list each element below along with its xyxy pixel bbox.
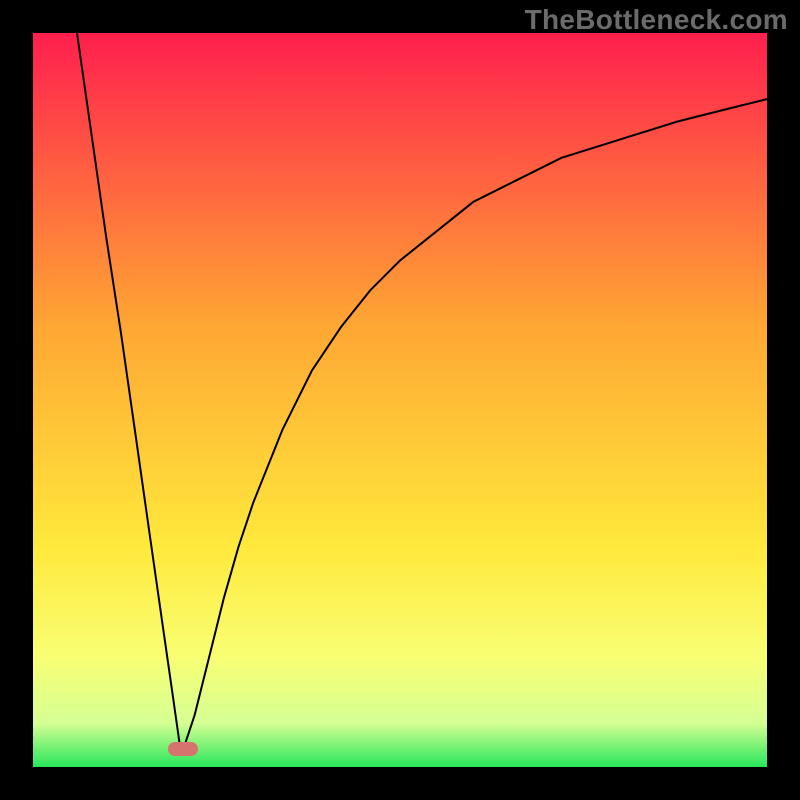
gradient-background [33, 33, 767, 767]
plot-svg [33, 33, 767, 767]
chart-frame: TheBottleneck.com [0, 0, 800, 800]
optimal-point-marker [168, 742, 198, 756]
plot-area [33, 33, 767, 767]
watermark-label: TheBottleneck.com [525, 4, 788, 36]
